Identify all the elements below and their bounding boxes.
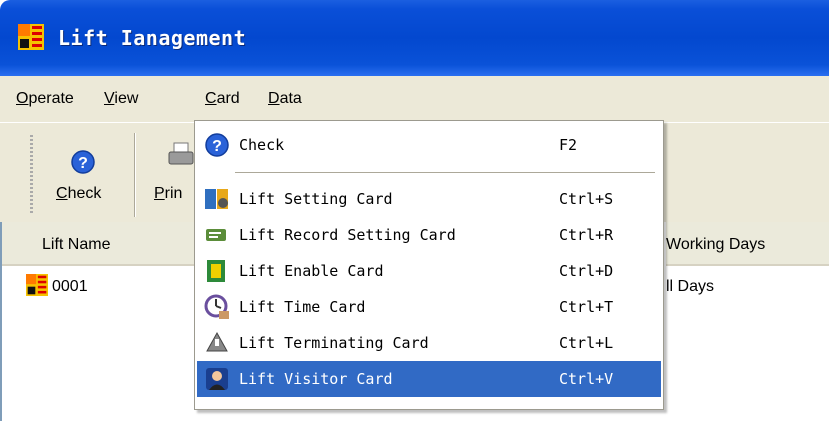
card-menu: ? Check F2 Lift Setting Card Ctrl+S Lift… (194, 120, 664, 410)
menu-operate[interactable]: Operate (16, 90, 74, 108)
menu-item-lift-setting-card[interactable]: Lift Setting Card Ctrl+S (197, 181, 661, 217)
menu-item-lift-time-card[interactable]: Lift Time Card Ctrl+T (197, 289, 661, 325)
terminating-card-icon (206, 331, 228, 352)
check-button[interactable]: Check (56, 185, 101, 203)
menu-separator (235, 172, 655, 174)
menu-item-lift-visitor-card[interactable]: Lift Visitor Card Ctrl+V (197, 361, 661, 397)
menu-view[interactable]: View (104, 90, 138, 108)
title-bar[interactable]: Lift Ianagement (0, 0, 829, 76)
column-header-working-days[interactable]: Working Days (666, 222, 829, 266)
menu-item-lift-terminating-card[interactable]: Lift Terminating Card Ctrl+L (197, 325, 661, 361)
menu-card[interactable]: Card (205, 90, 240, 108)
working-days-cell[interactable]: ll Days (666, 278, 714, 296)
enable-card-icon (207, 260, 225, 282)
lift-name-cell[interactable]: 0001 (52, 278, 88, 296)
menu-bar: Operate View Card Data (0, 76, 829, 122)
print-button[interactable]: Prin (154, 185, 182, 203)
column-header-lift-name[interactable]: Lift Name (2, 222, 196, 266)
menu-item-lift-record-setting-card[interactable]: Lift Record Setting Card Ctrl+R (197, 217, 661, 253)
svg-text:?: ? (212, 138, 222, 155)
toolbar-separator (134, 133, 136, 217)
window-title: Lift Ianagement (58, 26, 247, 50)
menu-item-check[interactable]: ? Check F2 (197, 127, 661, 163)
lift-icon (26, 274, 48, 296)
help-icon: ? (71, 150, 95, 174)
app-icon (18, 24, 44, 50)
setting-card-icon (205, 189, 228, 209)
toolbar-grip[interactable] (30, 135, 33, 215)
menu-item-lift-enable-card[interactable]: Lift Enable Card Ctrl+D (197, 253, 661, 289)
svg-text:?: ? (78, 155, 88, 172)
record-card-icon (206, 229, 226, 241)
menu-data[interactable]: Data (268, 90, 302, 108)
help-icon: ? (205, 133, 229, 157)
time-card-icon (204, 294, 229, 319)
visitor-card-icon (206, 368, 228, 390)
printer-icon (168, 142, 194, 165)
